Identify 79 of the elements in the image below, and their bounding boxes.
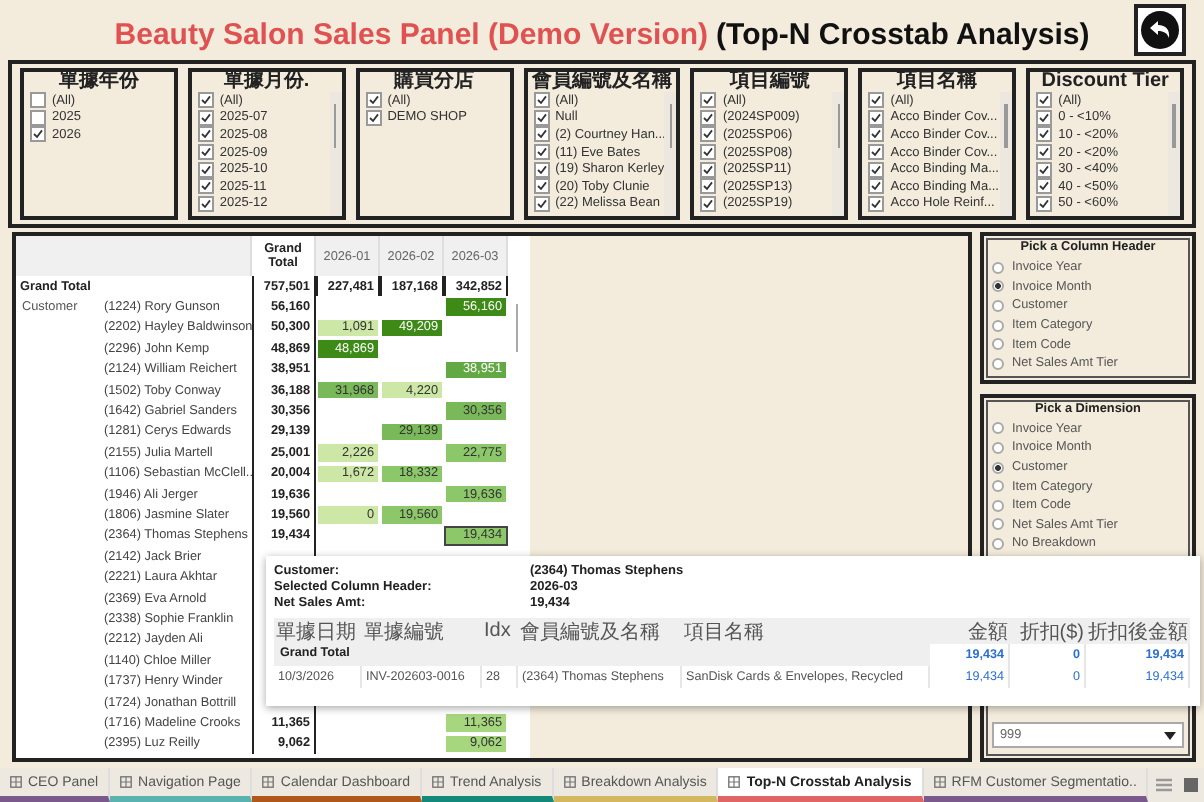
checkbox[interactable] xyxy=(197,144,214,161)
checkbox[interactable] xyxy=(868,92,885,109)
back-button[interactable] xyxy=(1134,4,1186,56)
checkbox[interactable] xyxy=(868,178,885,195)
checkbox[interactable] xyxy=(197,126,214,143)
checkbox[interactable] xyxy=(1036,144,1053,161)
checkbox[interactable] xyxy=(1036,161,1053,178)
radio-button[interactable] xyxy=(992,280,1004,293)
radio-button[interactable] xyxy=(992,338,1004,351)
column-header: 單據日期 xyxy=(274,618,362,644)
column-header: 折扣($) xyxy=(1010,618,1086,644)
radio-button[interactable] xyxy=(992,461,1004,474)
scrollbar[interactable] xyxy=(664,92,677,216)
grid-icon xyxy=(728,776,741,788)
checkbox[interactable] xyxy=(868,195,885,212)
checkbox[interactable] xyxy=(365,92,382,109)
checkbox[interactable] xyxy=(197,161,214,178)
checkbox[interactable] xyxy=(868,161,885,178)
checkbox[interactable] xyxy=(1036,178,1053,195)
radio-button[interactable] xyxy=(992,261,1004,274)
radio-button[interactable] xyxy=(992,299,1004,312)
checkbox[interactable] xyxy=(365,109,382,126)
radio-button[interactable] xyxy=(992,441,1004,454)
dashboard-title: Beauty Salon Sales Panel (Demo Version) xyxy=(114,17,709,51)
checkbox[interactable] xyxy=(533,195,550,212)
checkbox[interactable] xyxy=(700,178,717,195)
checkbox[interactable] xyxy=(868,144,885,161)
column-header: 項目名稱 xyxy=(682,618,930,644)
grid-icon xyxy=(432,776,445,788)
checkbox[interactable] xyxy=(533,161,550,178)
checkbox[interactable] xyxy=(700,161,717,178)
scrollbar[interactable] xyxy=(832,92,845,216)
checkbox[interactable] xyxy=(868,126,885,143)
caret-icon xyxy=(1164,731,1176,739)
checkbox[interactable] xyxy=(533,144,550,161)
dashboard-subtitle: (Top-N Crosstab Analysis) xyxy=(716,17,1090,51)
checkbox[interactable] xyxy=(700,195,717,212)
column-header: 會員編號及名稱 xyxy=(518,618,682,644)
radio-button[interactable] xyxy=(992,518,1004,531)
checkbox[interactable] xyxy=(1036,109,1053,126)
checkbox[interactable] xyxy=(1036,92,1053,109)
checkbox[interactable] xyxy=(197,92,214,109)
grid-icon xyxy=(262,776,275,788)
filter-title: Discount Tier xyxy=(1039,72,1171,92)
checkbox[interactable] xyxy=(700,144,717,161)
grid-icon xyxy=(933,776,946,788)
checkbox[interactable] xyxy=(700,92,717,109)
checkbox[interactable] xyxy=(533,92,550,109)
checkbox[interactable] xyxy=(197,109,214,126)
radio-button[interactable] xyxy=(992,319,1004,332)
checkbox[interactable] xyxy=(533,178,550,195)
radio-button[interactable] xyxy=(992,422,1004,435)
column-header: 折扣後金額 xyxy=(1086,618,1190,644)
square-view-icon[interactable] xyxy=(1184,778,1199,792)
radio-button[interactable] xyxy=(992,537,1004,550)
checkbox[interactable] xyxy=(197,178,214,195)
checkbox[interactable] xyxy=(700,109,717,126)
checkbox[interactable] xyxy=(700,126,717,143)
checkbox[interactable] xyxy=(197,195,214,212)
checkbox[interactable] xyxy=(30,109,46,126)
grid-icon xyxy=(10,776,22,788)
radio-button[interactable] xyxy=(992,499,1004,512)
scrollbar[interactable] xyxy=(1168,92,1181,216)
radio-button[interactable] xyxy=(992,480,1004,493)
column-header: 金額 xyxy=(930,618,1010,644)
column-header: 單據編號 xyxy=(362,618,482,644)
checkbox[interactable] xyxy=(30,92,46,109)
grid-icon xyxy=(120,776,133,788)
checkbox[interactable] xyxy=(868,109,885,126)
checkbox[interactable] xyxy=(533,109,550,126)
scrollbar[interactable] xyxy=(1000,92,1013,216)
grid-icon xyxy=(563,776,576,788)
checkbox[interactable] xyxy=(1036,126,1053,143)
column-header: Idx xyxy=(482,618,518,644)
checkbox[interactable] xyxy=(30,126,46,143)
scrollbar[interactable] xyxy=(329,92,342,216)
radio-button[interactable] xyxy=(992,357,1004,370)
checkbox[interactable] xyxy=(533,126,550,143)
checkbox[interactable] xyxy=(1036,195,1053,212)
